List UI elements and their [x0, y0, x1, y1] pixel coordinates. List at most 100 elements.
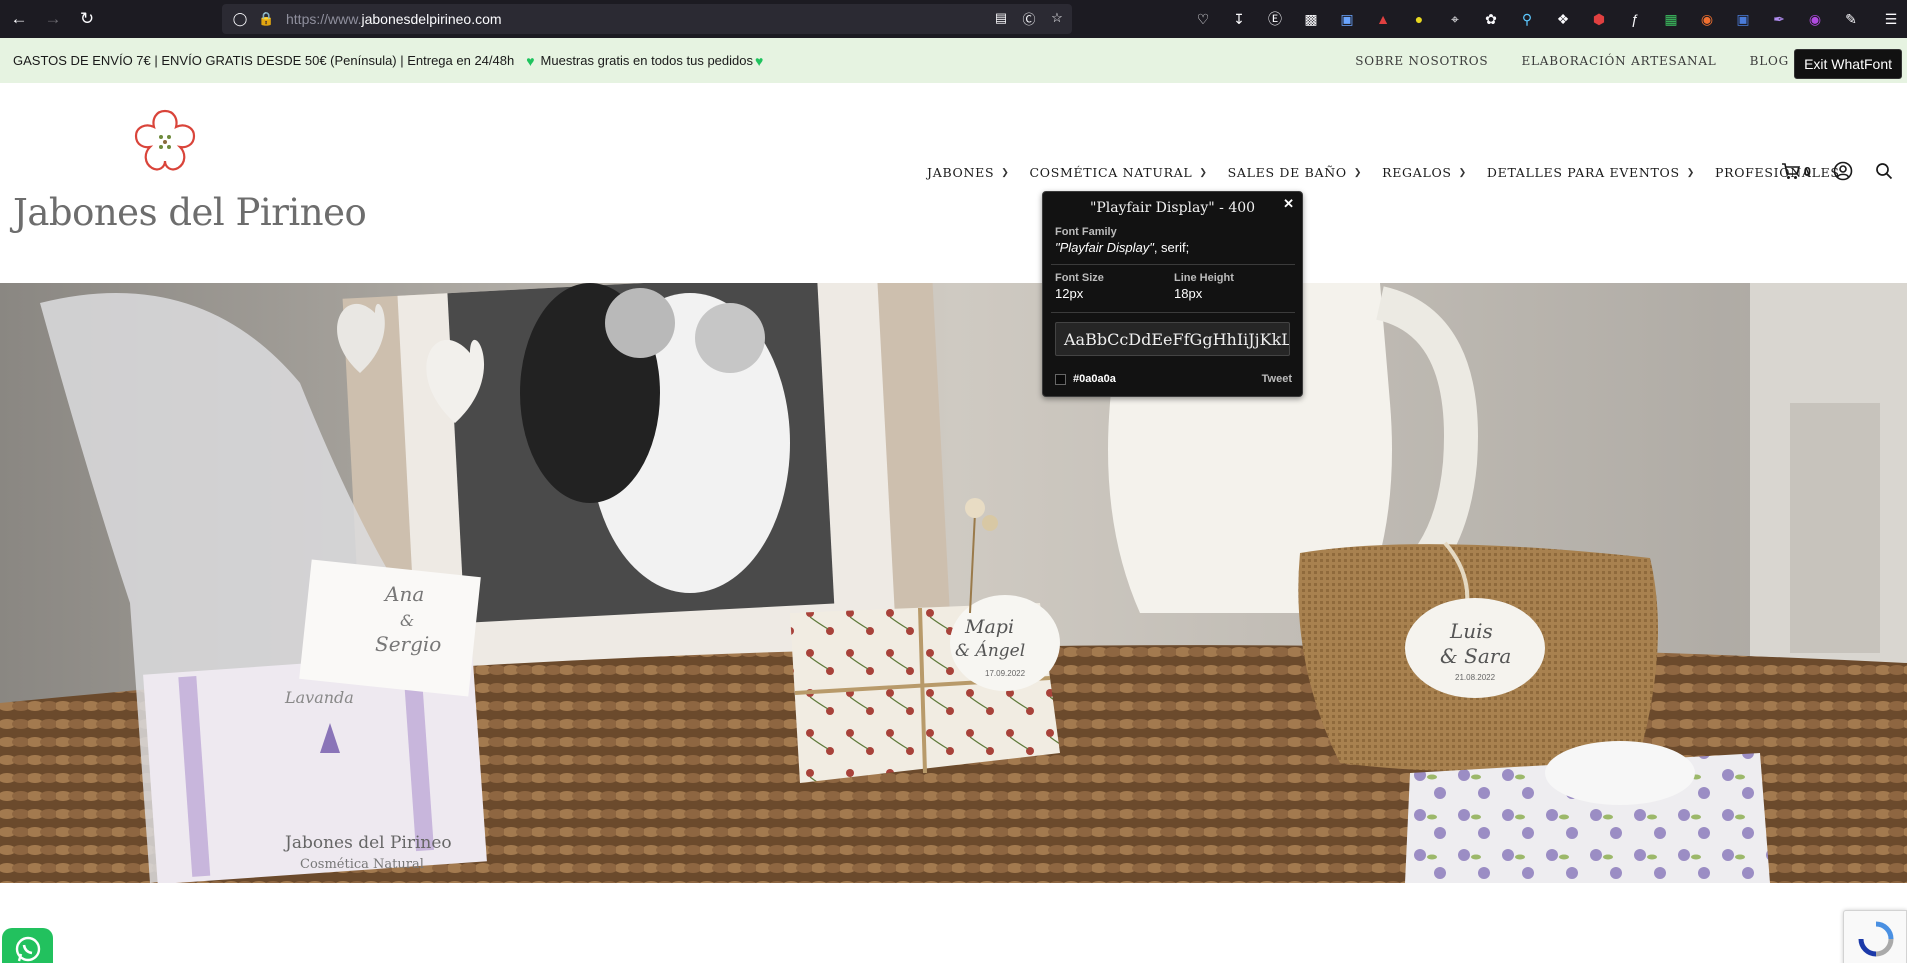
line-height-label: Line Height — [1174, 272, 1234, 284]
extension-red-icon[interactable]: ▲ — [1370, 6, 1396, 32]
cart-button[interactable]: 0 — [1781, 162, 1811, 180]
heart-icon: ♥ — [754, 52, 764, 69]
font-sample: AaBbCcDdEeFfGgHhIiJjKkLlMmNnOoPp — [1055, 322, 1290, 356]
extension-image-icon[interactable]: ▩ — [1298, 6, 1324, 32]
chevron-down-icon: ❯ — [1199, 167, 1208, 178]
announcement-bar: GASTOS DE ENVÍO 7€ | ENVÍO GRATIS DESDE … — [0, 38, 1907, 83]
nav-cosmetica-natural[interactable]: COSMÉTICA NATURAL ❯ — [1029, 165, 1207, 180]
recaptcha-icon — [1858, 921, 1894, 957]
url-bar[interactable]: ◯ 🔒 https://www.jabonesdelpirineo.com ▤ … — [222, 4, 1072, 34]
shipping-info: GASTOS DE ENVÍO 7€ | ENVÍO GRATIS DESDE … — [13, 53, 515, 68]
tag-luis: Luis — [1449, 619, 1493, 643]
top-links: SOBRE NOSOTROS ELABORACIÓN ARTESANAL BLO… — [1355, 38, 1789, 83]
tag-sara: & Sara — [1440, 644, 1511, 668]
nav-detalles-para-eventos[interactable]: DETALLES PARA EVENTOS ❯ — [1487, 165, 1695, 180]
url-prefix: https://www. — [286, 11, 362, 27]
chevron-down-icon: ❯ — [1001, 167, 1010, 178]
tag-date-3: 21.08.2022 — [1455, 673, 1496, 682]
extension-abp-icon[interactable]: ⬢ — [1586, 6, 1612, 32]
font-size-label: Font Size — [1055, 272, 1104, 284]
recaptcha-badge[interactable] — [1843, 910, 1907, 963]
extension-feather-icon[interactable]: ✒ — [1766, 6, 1792, 32]
toplink-sobre-nosotros[interactable]: SOBRE NOSOTROS — [1355, 54, 1488, 68]
whatsapp-button[interactable] — [2, 928, 53, 963]
hero-illustration: Jabones del Pirineo Cosmética Natural La… — [0, 283, 1907, 883]
nav-label: REGALOS — [1382, 165, 1452, 180]
lock-icon[interactable]: 🔒 — [258, 11, 274, 27]
extensions-puzzle-icon[interactable]: ✎ — [1838, 6, 1864, 32]
nav-label: DETALLES PARA EVENTOS — [1486, 165, 1680, 180]
tweet-button[interactable]: Tweet — [1262, 373, 1292, 385]
font-family-section: Font Family "Playfair Display", serif; — [1055, 226, 1189, 255]
wordpress-icon[interactable]: Ⓒ — [1020, 9, 1038, 27]
tag-angel: & Ángel — [955, 640, 1025, 661]
browser-toolbar: ← → ↻ ◯ 🔒 https://www.jabonesdelpirineo.… — [0, 0, 1907, 38]
extension-orange-icon[interactable]: ◉ — [1694, 6, 1720, 32]
divider — [1051, 264, 1295, 265]
shield-icon[interactable]: ◯ — [232, 11, 248, 27]
tag-mapi: Mapi — [964, 616, 1014, 638]
divider — [1051, 312, 1295, 313]
font-size-value: 12px — [1055, 286, 1084, 301]
color-value: #0a0a0a — [1073, 373, 1116, 385]
extension-leaf-icon[interactable]: ✿ — [1478, 6, 1504, 32]
forward-icon[interactable]: → — [38, 4, 68, 34]
logo-text[interactable]: Jabones del Pirineo — [13, 191, 367, 234]
font-size-section: Font Size 12px — [1055, 272, 1104, 301]
soap-box-sub: Cosmética Natural — [300, 857, 424, 872]
font-family-fallback: , serif; — [1153, 240, 1190, 255]
menu-icon[interactable]: ☰ — [1878, 6, 1904, 32]
header-icons: 0 — [1781, 161, 1893, 181]
extension-puzzle-icon[interactable]: ❖ — [1550, 6, 1576, 32]
chevron-down-icon: ❯ — [1458, 167, 1467, 178]
color-swatch — [1055, 373, 1066, 385]
tag-and-1: & — [400, 611, 414, 630]
font-color: #0a0a0a — [1055, 373, 1116, 385]
url-text[interactable]: https://www.jabonesdelpirineo.com — [286, 11, 502, 27]
extension-facebook-icon[interactable]: ▣ — [1730, 6, 1756, 32]
cart-count: 0 — [1803, 163, 1811, 179]
nav-jabones[interactable]: JABONES ❯ — [927, 165, 1009, 180]
toplink-elaboracion-artesanal[interactable]: ELABORACIÓN ARTESANAL — [1521, 54, 1716, 68]
tag-sergio: Sergio — [375, 632, 441, 656]
url-domain: jabonesdelpirineo.com — [361, 11, 502, 27]
whatsapp-icon — [15, 936, 40, 962]
hero-image: Jabones del Pirineo Cosmética Natural La… — [0, 283, 1907, 883]
nav-label: COSMÉTICA NATURAL — [1029, 165, 1193, 180]
whatfont-icon[interactable]: ƒ — [1622, 6, 1648, 32]
download-icon[interactable]: ↧ — [1226, 6, 1252, 32]
line-height-value: 18px — [1174, 286, 1203, 301]
whatfont-panel: "Playfair Display" - 400 ✕ Font Family "… — [1042, 191, 1303, 397]
nav-sales-de-bano[interactable]: SALES DE BAÑO ❯ — [1228, 165, 1362, 180]
samples-info: Muestras gratis en todos tus pedidos — [540, 53, 753, 68]
back-icon[interactable]: ← — [4, 4, 34, 34]
account-icon[interactable] — [1833, 161, 1853, 181]
pocket-icon[interactable]: ♡ — [1190, 6, 1216, 32]
whatfont-title: "Playfair Display" - 400 — [1089, 200, 1256, 216]
font-family-name: "Playfair Display" — [1055, 240, 1154, 255]
bookmark-star-icon[interactable]: ☆ — [1048, 9, 1066, 27]
tag-ana: Ana — [383, 582, 424, 606]
extension-yellow-icon[interactable]: ● — [1406, 6, 1432, 32]
extension-search-icon[interactable]: ⚲ — [1514, 6, 1540, 32]
extension-purple-icon[interactable]: ◉ — [1802, 6, 1828, 32]
reload-icon[interactable]: ↻ — [72, 4, 102, 34]
soap-label: Lavanda — [284, 688, 354, 707]
reader-view-icon[interactable]: ▤ — [992, 9, 1010, 27]
site-header: Jabones del Pirineo JABONES ❯ COSMÉTICA N… — [0, 83, 1907, 283]
main-nav: JABONES ❯ COSMÉTICA NATURAL ❯ SALES DE BAÑ… — [927, 165, 1840, 180]
tag-date-2: 17.09.2022 — [985, 669, 1026, 678]
exit-whatfont-button[interactable]: Exit WhatFont — [1794, 49, 1902, 79]
nav-label: SALES DE BAÑO — [1227, 165, 1347, 180]
extension-color-icon[interactable]: ▣ — [1334, 6, 1360, 32]
logo-flower-icon[interactable] — [128, 105, 202, 179]
toplink-blog[interactable]: BLOG — [1750, 54, 1789, 68]
search-icon[interactable] — [1875, 162, 1893, 180]
extension-k-icon[interactable]: Ⓔ — [1262, 6, 1288, 32]
close-icon[interactable]: ✕ — [1283, 196, 1294, 212]
nav-regalos[interactable]: REGALOS ❯ — [1382, 165, 1467, 180]
soap-box-brand: Jabones del Pirineo — [283, 833, 452, 853]
chevron-down-icon: ❯ — [1686, 167, 1696, 178]
crop-icon[interactable]: ⌖ — [1442, 6, 1468, 32]
extension-counter-icon[interactable]: ▦ — [1658, 6, 1684, 32]
